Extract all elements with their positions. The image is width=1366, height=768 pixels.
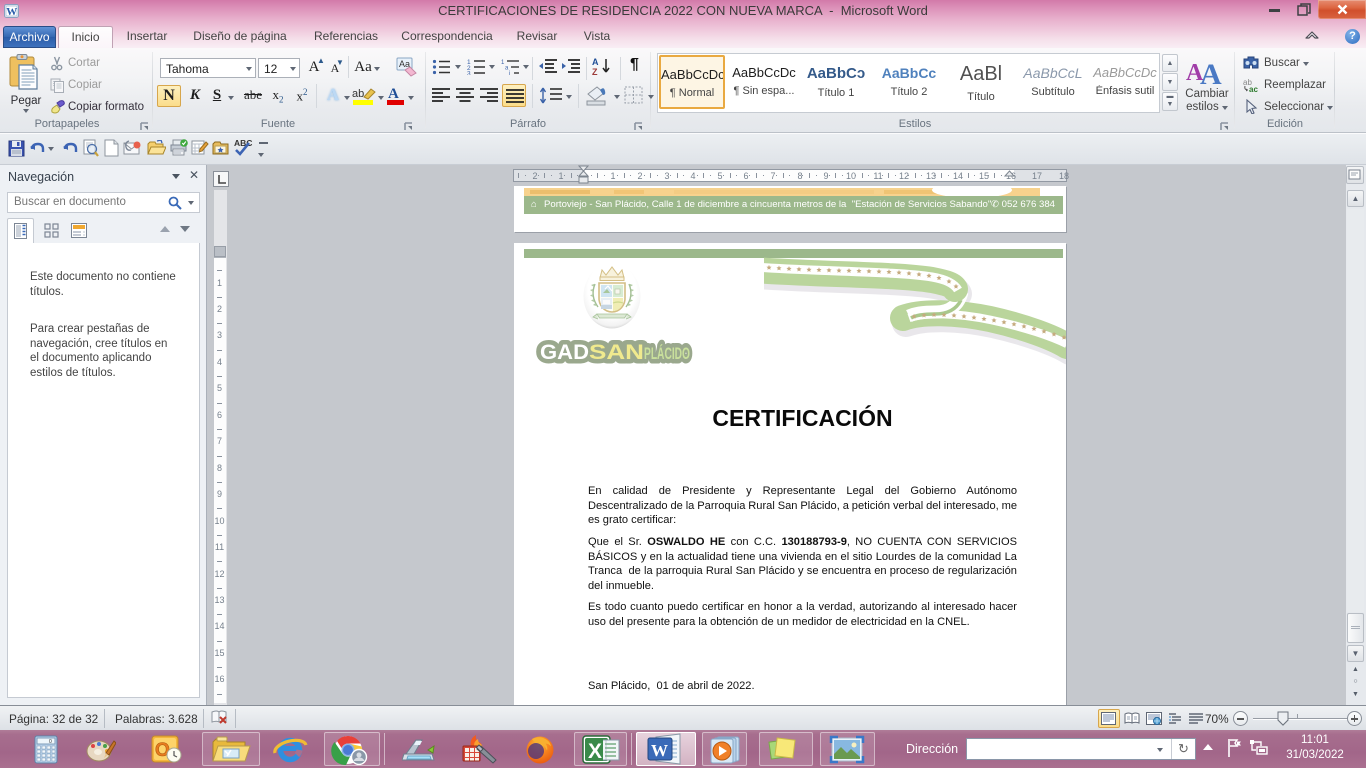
svg-text:W: W [651, 741, 668, 760]
svg-text:A: A [388, 86, 399, 102]
svg-text:ABC: ABC [234, 138, 252, 148]
svg-text:A: A [1200, 58, 1222, 86]
svg-text:ab: ab [352, 88, 364, 100]
svg-text:i: i [509, 71, 510, 75]
svg-text:Z: Z [592, 67, 598, 76]
svg-text:0: 0 [49, 739, 52, 745]
svg-text:A: A [592, 57, 599, 67]
svg-text:GADSANPLÁCIDO: GADSANPLÁCIDO [540, 341, 690, 364]
svg-text:ac: ac [1249, 85, 1258, 93]
svg-text:3: 3 [467, 71, 471, 76]
svg-text:X: X [588, 740, 602, 763]
